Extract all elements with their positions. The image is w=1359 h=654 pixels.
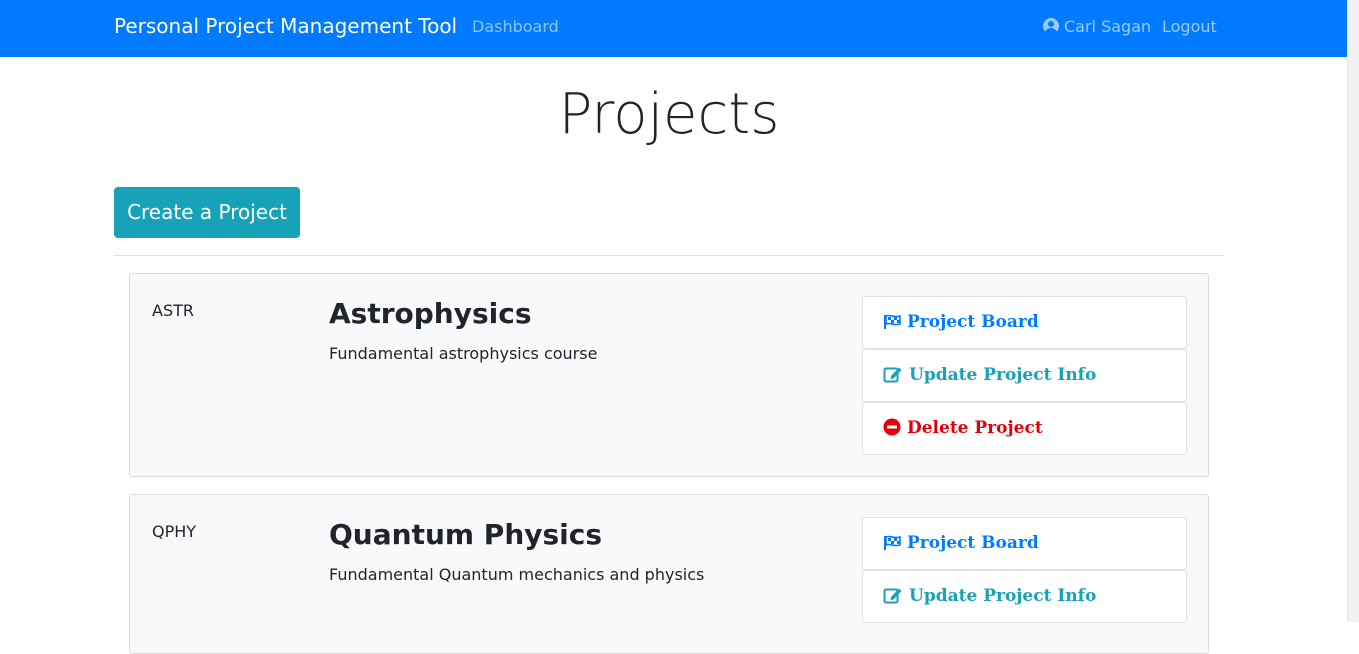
- delete-project-label: Delete Project: [907, 418, 1043, 438]
- project-board-button[interactable]: Project Board: [862, 517, 1187, 570]
- flag-checkered-icon: [884, 314, 901, 329]
- project-code: QPHY: [152, 522, 197, 541]
- divider: [114, 255, 1224, 256]
- update-project-label: Update Project Info: [909, 365, 1097, 385]
- project-code: ASTR: [152, 301, 194, 320]
- vertical-scrollbar[interactable]: [1347, 0, 1359, 622]
- project-card: QPHY Quantum Physics Fundamental Quantum…: [129, 494, 1209, 654]
- project-board-label: Project Board: [907, 312, 1039, 332]
- update-project-button[interactable]: Update Project Info: [862, 570, 1187, 623]
- page-title: Projects: [558, 82, 780, 147]
- project-description: Fundamental Quantum mechanics and physic…: [329, 565, 705, 584]
- minus-circle-icon: [883, 418, 901, 436]
- project-name: Quantum Physics: [329, 518, 603, 551]
- project-description: Fundamental astrophysics course: [329, 344, 598, 363]
- create-project-button[interactable]: Create a Project: [114, 187, 300, 238]
- flag-checkered-icon: [884, 535, 901, 550]
- delete-project-button[interactable]: Delete Project: [862, 402, 1187, 455]
- update-project-label: Update Project Info: [909, 586, 1097, 606]
- project-board-button[interactable]: Project Board: [862, 296, 1187, 349]
- project-card: ASTR Astrophysics Fundamental astrophysi…: [129, 273, 1209, 477]
- user-name: Carl Sagan: [1064, 17, 1152, 36]
- update-project-button[interactable]: Update Project Info: [862, 349, 1187, 402]
- edit-icon: [883, 588, 902, 604]
- user-circle-icon: [1043, 18, 1059, 34]
- brand-link[interactable]: Personal Project Management Tool: [114, 14, 457, 38]
- navbar: Personal Project Management Tool Dashboa…: [0, 0, 1347, 57]
- nav-dashboard-link[interactable]: Dashboard: [472, 17, 559, 36]
- nav-user-link[interactable]: Carl Sagan: [1043, 17, 1151, 36]
- logout-link[interactable]: Logout: [1162, 17, 1217, 36]
- edit-icon: [883, 367, 902, 383]
- project-board-label: Project Board: [907, 533, 1039, 553]
- project-name: Astrophysics: [329, 297, 532, 330]
